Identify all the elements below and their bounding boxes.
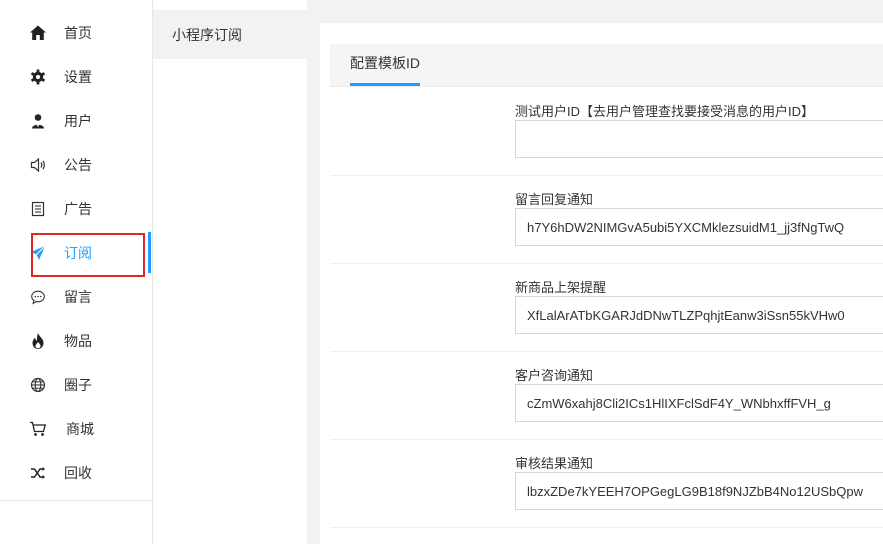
sidebar-item-goods[interactable]: 物品 (0, 319, 152, 363)
sidebar-item-home[interactable]: 首页 (0, 11, 152, 55)
test-user-id-input[interactable] (515, 120, 883, 158)
sidebar-divider (0, 500, 152, 501)
field-label: 测试用户ID【去用户管理查找要接受消息的用户ID】 (515, 104, 815, 119)
subnav-item-label: 小程序订阅 (172, 27, 242, 43)
customer-inquiry-template-input[interactable] (515, 384, 883, 422)
sidebar-item-shop[interactable]: 商城 (0, 407, 152, 451)
form-row-test-user-id: 测试用户ID【去用户管理查找要接受消息的用户ID】 (330, 88, 883, 176)
user-icon (29, 112, 47, 130)
field-label: 留言回复通知 (515, 192, 594, 207)
message-reply-template-input[interactable] (515, 208, 883, 246)
sidebar-item-label: 物品 (64, 333, 92, 349)
admin-app: 首页 设置 用户 公告 广告 订阅 留言 物品 圈子 商城 回收 小程序订阅 配… (0, 0, 883, 544)
sidebar-item-circles[interactable]: 圈子 (0, 363, 152, 407)
cart-icon (29, 420, 47, 438)
paper-plane-icon (29, 244, 47, 262)
sidebar-item-messages[interactable]: 留言 (0, 275, 152, 319)
gear-icon (29, 68, 47, 86)
globe-icon (29, 376, 47, 394)
sidebar-item-label: 留言 (64, 289, 92, 305)
sidebar-item-label: 用户 (64, 113, 92, 129)
chat-bubble-icon (29, 288, 47, 306)
fire-icon (29, 332, 47, 350)
speaker-icon (29, 156, 47, 174)
sidebar-item-users[interactable]: 用户 (0, 99, 152, 143)
tab-template-id-config[interactable]: 配置模板ID (350, 54, 420, 72)
sidebar: 首页 设置 用户 公告 广告 订阅 留言 物品 圈子 商城 回收 (0, 0, 153, 544)
sidebar-item-label: 广告 (64, 201, 92, 217)
sidebar-item-label: 首页 (64, 25, 92, 41)
sidebar-item-ads[interactable]: 广告 (0, 187, 152, 231)
home-icon (29, 24, 47, 42)
sidebar-item-label: 订阅 (64, 245, 92, 261)
tab-active-underline (350, 83, 420, 86)
sidebar-item-label: 商城 (66, 421, 94, 437)
field-label: 审核结果通知 (515, 456, 594, 471)
sidebar-item-label: 公告 (64, 157, 92, 173)
review-result-template-input[interactable] (515, 472, 883, 510)
form-row-new-product: 新商品上架提醒 (330, 264, 883, 352)
sidebar-item-announcements[interactable]: 公告 (0, 143, 152, 187)
shuffle-icon (29, 464, 47, 482)
field-label: 客户咨询通知 (515, 368, 594, 383)
sub-navigation: 小程序订阅 (153, 0, 307, 544)
field-label: 新商品上架提醒 (515, 280, 607, 295)
form-row-review-result: 审核结果通知 (330, 440, 883, 528)
sidebar-item-settings[interactable]: 设置 (0, 55, 152, 99)
active-indicator (148, 232, 151, 273)
form-row-customer-inquiry: 客户咨询通知 (330, 352, 883, 440)
sidebar-item-subscriptions[interactable]: 订阅 (0, 231, 152, 275)
sidebar-item-label: 圈子 (64, 377, 92, 393)
document-icon (29, 200, 47, 218)
form-row-message-reply: 留言回复通知 (330, 176, 883, 264)
new-product-template-input[interactable] (515, 296, 883, 334)
sidebar-item-recycle[interactable]: 回收 (0, 451, 152, 495)
sidebar-item-label: 设置 (64, 69, 92, 85)
subnav-item-miniprogram-subscription[interactable]: 小程序订阅 (153, 10, 307, 59)
sidebar-item-label: 回收 (64, 465, 92, 481)
